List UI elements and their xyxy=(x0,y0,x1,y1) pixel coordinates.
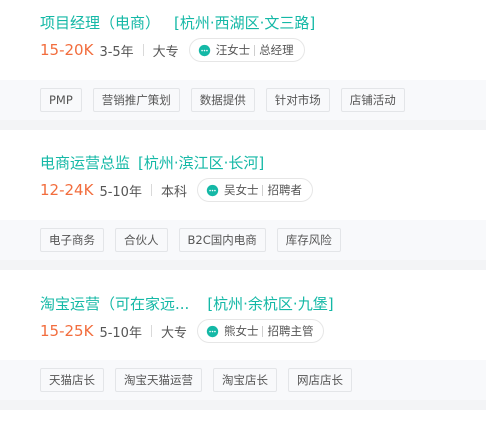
tag-list: 电子商务 合伙人 B2C国内电商 库存风险 xyxy=(0,220,486,260)
experience: 5-10年 xyxy=(99,184,142,200)
tag-list: PMP 营销推广策划 数据提供 针对市场 店铺活动 xyxy=(0,80,486,120)
skill-tag[interactable]: 营销推广策划 xyxy=(92,88,180,112)
job-title-link[interactable]: 淘宝运营（可在家远... xyxy=(40,293,189,314)
recruiter-chat-button[interactable]: 熊女士 招聘主管 xyxy=(196,319,325,343)
recruiter-role: 招聘主管 xyxy=(267,324,314,338)
experience: 5-10年 xyxy=(99,325,142,341)
job-title-row: 淘宝运营（可在家远... [杭州·余杭区·九堡] xyxy=(40,293,334,314)
job-card[interactable]: 淘宝运营（可在家远... [杭州·余杭区·九堡] 15-25K 5-10年 大专… xyxy=(0,270,486,360)
skill-tag[interactable]: 针对市场 xyxy=(265,88,330,112)
recruiter-name: 熊女士 xyxy=(223,324,259,338)
education: 本科 xyxy=(160,184,187,200)
chat-bubble-icon xyxy=(206,325,219,337)
job-card[interactable]: 电商运营总监 [杭州·滨江区·长河] 12-24K 5-10年 本科 吴女士 招… xyxy=(0,130,486,220)
education: 大专 xyxy=(160,325,187,341)
recruiter-role: 总经理 xyxy=(259,43,294,57)
skill-tag[interactable]: 电子商务 xyxy=(40,228,104,252)
experience: 3-5年 xyxy=(99,44,134,60)
job-card[interactable] xyxy=(0,410,486,422)
job-title-row: 项目经理（电商） [杭州·西湖区·文三路] xyxy=(40,12,315,33)
divider xyxy=(262,325,264,337)
skill-tag[interactable]: 库存风险 xyxy=(276,228,341,252)
job-location: [杭州·余杭区·九堡] xyxy=(207,295,334,313)
skill-tag[interactable]: 合伙人 xyxy=(115,228,168,252)
skill-tag[interactable]: B2C国内电商 xyxy=(178,228,266,252)
tag-list: 天猫店长 淘宝天猫运营 淘宝店长 网店店长 xyxy=(0,360,486,400)
job-location: [杭州·西湖区·文三路] xyxy=(174,14,316,32)
job-title-link[interactable]: 电商运营总监 xyxy=(40,152,130,173)
divider xyxy=(150,184,152,196)
education: 大专 xyxy=(152,44,179,60)
salary: 15-25K xyxy=(40,322,94,340)
skill-tag[interactable]: PMP xyxy=(40,88,82,112)
job-meta-row: 12-24K 5-10年 本科 吴女士 招聘者 xyxy=(40,178,313,202)
job-title-row: 电商运营总监 [杭州·滨江区·长河] xyxy=(40,152,264,173)
divider xyxy=(142,44,144,56)
job-card[interactable]: 项目经理（电商） [杭州·西湖区·文三路] 15-20K 3-5年 大专 汪女士… xyxy=(0,0,486,80)
chat-bubble-icon xyxy=(206,184,219,196)
salary: 12-24K xyxy=(40,181,94,199)
skill-tag[interactable]: 淘宝天猫运营 xyxy=(115,368,202,392)
divider xyxy=(150,325,152,337)
skill-tag[interactable]: 淘宝店长 xyxy=(213,368,277,392)
skill-tag[interactable]: 天猫店长 xyxy=(40,368,104,392)
recruiter-chat-button[interactable]: 汪女士 总经理 xyxy=(188,38,305,62)
divider xyxy=(262,184,264,196)
divider xyxy=(254,44,256,56)
skill-tag[interactable]: 数据提供 xyxy=(190,88,255,112)
recruiter-role: 招聘者 xyxy=(267,183,302,197)
recruiter-chat-button[interactable]: 吴女士 招聘者 xyxy=(196,178,313,202)
recruiter-name: 汪女士 xyxy=(215,43,251,57)
chat-bubble-icon xyxy=(198,44,210,56)
recruiter-name: 吴女士 xyxy=(223,183,259,197)
skill-tag[interactable]: 网店店长 xyxy=(288,368,352,392)
job-meta-row: 15-25K 5-10年 大专 熊女士 招聘主管 xyxy=(40,319,325,343)
salary: 15-20K xyxy=(40,41,94,59)
skill-tag[interactable]: 店铺活动 xyxy=(340,88,405,112)
job-meta-row: 15-20K 3-5年 大专 汪女士 总经理 xyxy=(40,38,305,62)
job-location: [杭州·滨江区·长河] xyxy=(138,154,265,172)
job-title-link[interactable]: 项目经理（电商） xyxy=(40,12,160,33)
